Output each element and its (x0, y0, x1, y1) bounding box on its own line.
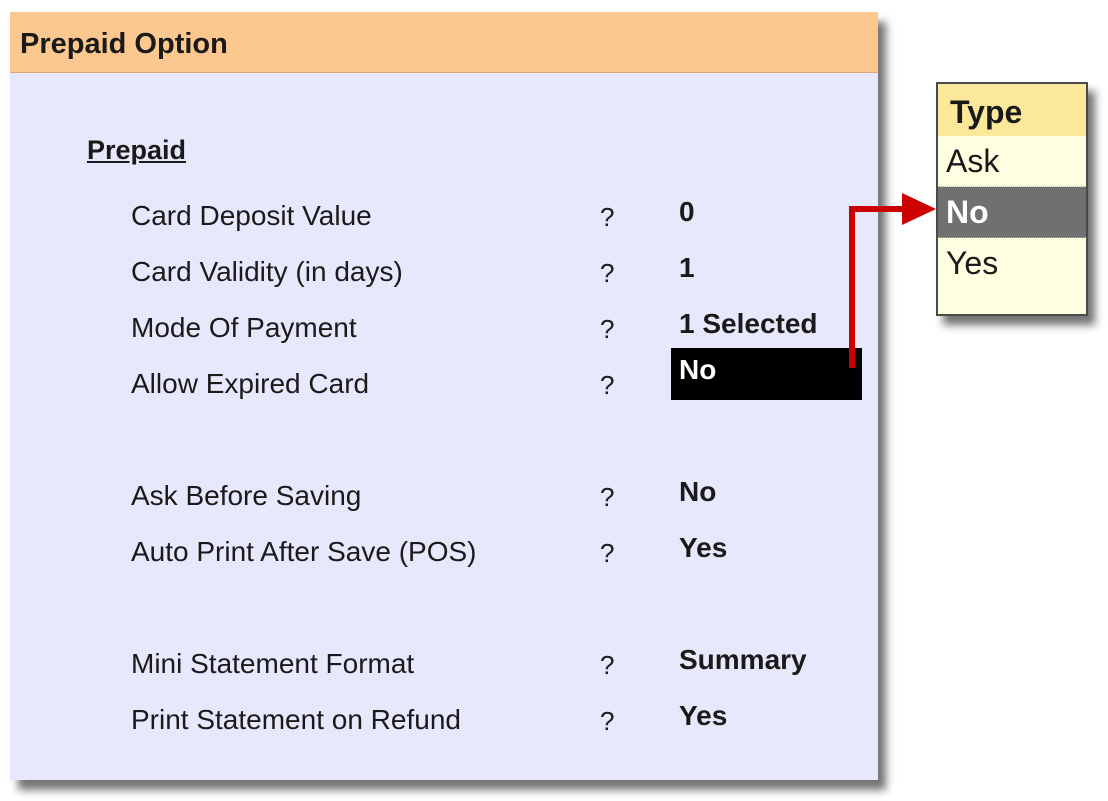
field-question-mark: ? (600, 258, 615, 288)
field-value[interactable]: Summary (671, 638, 815, 690)
field-value[interactable]: 1 (671, 246, 703, 298)
field-label: Allow Expired Card (131, 368, 370, 399)
panel-header: Prepaid Option (10, 12, 878, 73)
field-row-mini-statement-format[interactable]: Mini Statement Format ? Summary (10, 638, 878, 690)
field-label: Mode Of Payment (131, 312, 357, 343)
field-label: Print Statement on Refund (131, 704, 461, 735)
field-row-allow-expired-card[interactable]: Allow Expired Card ? No (10, 348, 878, 400)
field-value[interactable]: 0 (671, 190, 703, 242)
red-connector-arrow-icon (849, 193, 936, 368)
field-value[interactable]: Yes (671, 694, 735, 746)
section-heading-prepaid: Prepaid (87, 135, 187, 165)
field-row-print-statement-on-refund[interactable]: Print Statement on Refund ? Yes (10, 694, 878, 746)
field-label: Auto Print After Save (POS) (131, 536, 477, 567)
field-value[interactable]: No (671, 470, 724, 522)
field-question-mark: ? (600, 650, 615, 680)
field-row-mode-of-payment[interactable]: Mode Of Payment ? 1 Selected (10, 302, 878, 354)
field-question-mark: ? (600, 538, 615, 568)
field-question-mark: ? (600, 202, 615, 232)
field-row-auto-print-after-save[interactable]: Auto Print After Save (POS) ? Yes (10, 526, 878, 578)
popup-option-ask[interactable]: Ask (938, 136, 1086, 187)
field-row-card-deposit-value[interactable]: Card Deposit Value ? 0 (10, 190, 878, 242)
popup-option-no[interactable]: No (938, 187, 1086, 238)
popup-option-yes[interactable]: Yes (938, 238, 1086, 288)
field-value-selected[interactable]: No (671, 348, 862, 400)
page: Prepaid Option Prepaid Card Deposit Valu… (0, 0, 1108, 801)
field-row-card-validity[interactable]: Card Validity (in days) ? 1 (10, 246, 878, 298)
panel-title: Prepaid Option (20, 28, 228, 60)
type-popup-list: Type Ask No Yes (936, 82, 1088, 316)
field-value[interactable]: Yes (671, 526, 735, 578)
field-question-mark: ? (600, 482, 615, 512)
field-question-mark: ? (600, 370, 615, 400)
field-label: Card Validity (in days) (131, 256, 403, 287)
field-row-ask-before-saving[interactable]: Ask Before Saving ? No (10, 470, 878, 522)
field-question-mark: ? (600, 314, 615, 344)
field-label: Card Deposit Value (131, 200, 372, 231)
popup-title: Type (938, 84, 1086, 136)
field-label: Ask Before Saving (131, 480, 362, 511)
prepaid-option-panel: Prepaid Option Prepaid Card Deposit Valu… (10, 12, 878, 780)
field-question-mark: ? (600, 706, 615, 736)
field-value[interactable]: 1 Selected (671, 302, 826, 354)
field-label: Mini Statement Format (131, 648, 415, 679)
